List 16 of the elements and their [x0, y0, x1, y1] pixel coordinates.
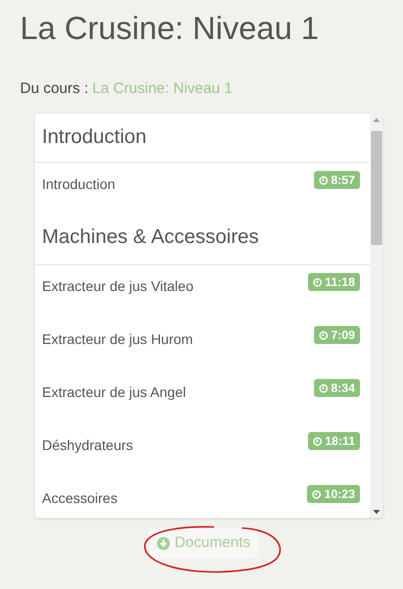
page-title: La Crusine: Niveau 1: [20, 9, 319, 48]
section-heading: Machines & Accessoires: [42, 225, 259, 250]
duration-badge: 7:09: [314, 326, 360, 344]
lesson-title[interactable]: Introduction: [42, 174, 116, 194]
lesson-title[interactable]: Extracteur de jus Vitaleo: [42, 276, 194, 296]
duration-badge: 11:18: [308, 273, 360, 291]
lesson-title[interactable]: Déshydrateurs: [42, 435, 134, 455]
duration-badge: 10:23: [307, 485, 360, 503]
course-label: Du cours :: [20, 79, 88, 99]
section-heading: Introduction: [42, 125, 147, 150]
duration-badge: 8:34: [314, 379, 360, 397]
duration-badge: 18:11: [308, 432, 360, 450]
lesson-title[interactable]: Extracteur de jus Angel: [42, 382, 186, 402]
lesson-title[interactable]: Accessoires: [42, 488, 118, 508]
lesson-title[interactable]: Extracteur de jus Hurom: [42, 329, 193, 349]
duration-badge: 8:57: [314, 171, 360, 189]
